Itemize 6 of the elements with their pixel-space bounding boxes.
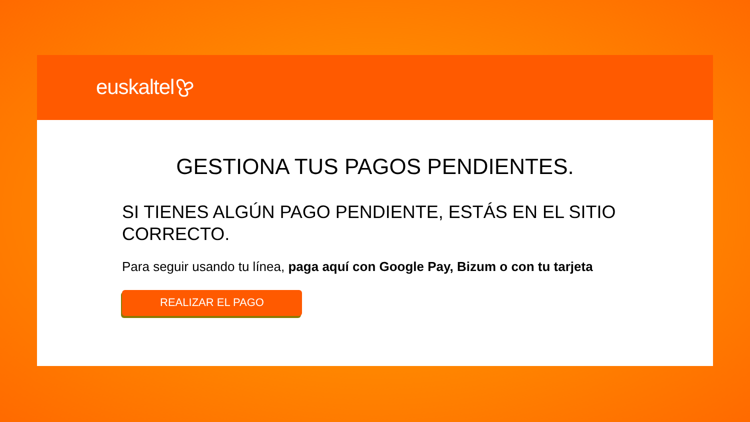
subheading: SI TIENES ALGÚN PAGO PENDIENTE, ESTÁS EN EL SITIO CORRECTO. [122, 200, 617, 244]
logo-text: euskaltel [96, 77, 174, 98]
message-text: Para seguir usando tu línea, paga aquí con Google Pay, Bizum o con tu tarjeta [122, 258, 594, 276]
page-heading: GESTIONA TUS PAGOS PENDIENTES. [175, 153, 575, 180]
pay-button[interactable]: REALIZAR EL PAGO [122, 290, 302, 316]
butterfly-icon [176, 78, 194, 98]
